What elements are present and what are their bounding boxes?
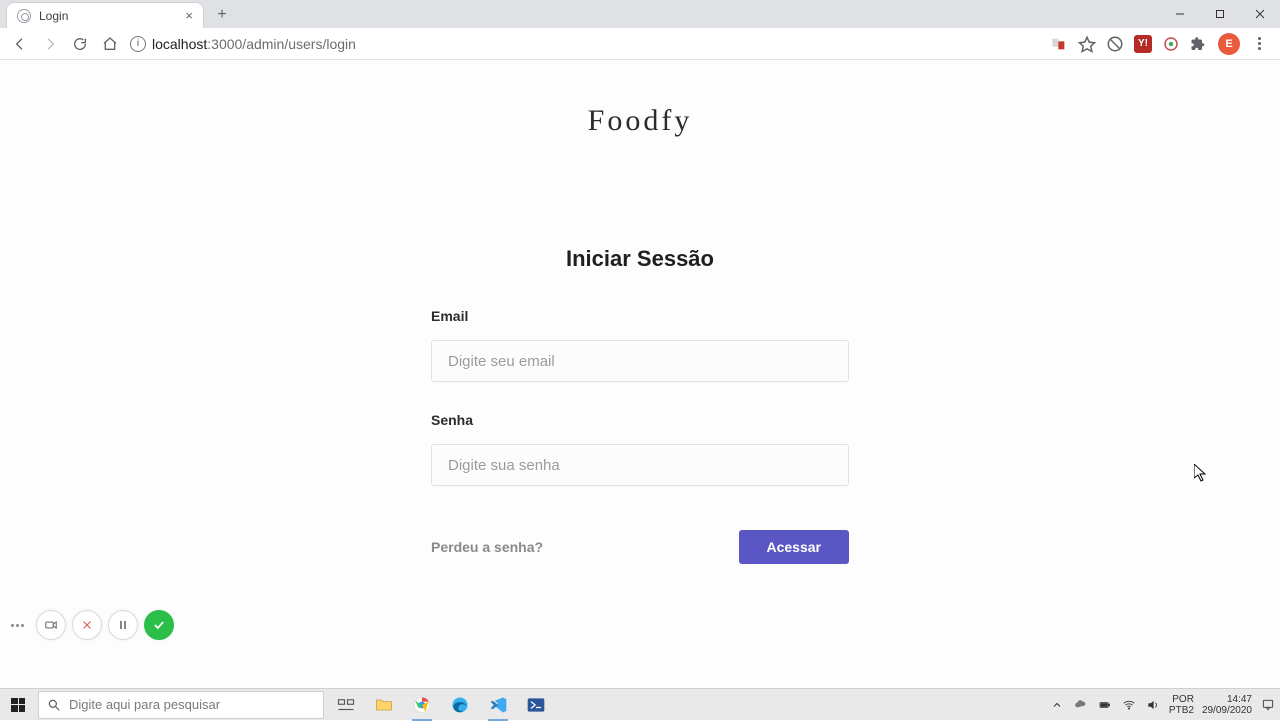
extension-y-icon[interactable]: Y! — [1134, 35, 1152, 53]
file-explorer-icon[interactable] — [372, 693, 396, 717]
email-label: Email — [431, 308, 849, 324]
tray-wifi-icon[interactable] — [1121, 697, 1137, 713]
windows-taskbar: POR PTB2 14:47 29/09/2020 — [0, 688, 1280, 720]
window-minimize-button[interactable] — [1160, 0, 1200, 28]
tab-title: Login — [39, 9, 68, 23]
chrome-icon[interactable] — [410, 693, 434, 717]
taskbar-search-input[interactable] — [69, 697, 315, 712]
recorder-more-icon[interactable] — [4, 624, 30, 627]
reload-button[interactable] — [66, 30, 94, 58]
tray-battery-icon[interactable] — [1097, 697, 1113, 713]
extension-circle-icon[interactable] — [1162, 35, 1180, 53]
address-bar[interactable]: i localhost:3000/admin/users/login — [130, 30, 356, 58]
translate-icon[interactable] — [1050, 35, 1068, 53]
system-tray: POR PTB2 14:47 29/09/2020 — [1049, 694, 1280, 716]
browser-tab[interactable]: Login × — [6, 2, 204, 28]
email-field[interactable] — [431, 340, 849, 382]
form-title: Iniciar Sessão — [431, 246, 849, 272]
close-tab-icon[interactable]: × — [185, 9, 193, 22]
mouse-cursor-icon — [1194, 464, 1206, 482]
password-field[interactable] — [431, 444, 849, 486]
globe-icon — [17, 9, 31, 23]
recorder-camera-button[interactable] — [36, 610, 66, 640]
page-content: Foodfy Iniciar Sessão Email Senha Perdeu… — [0, 60, 1280, 688]
forgot-password-link[interactable]: Perdeu a senha? — [431, 539, 543, 555]
window-maximize-button[interactable] — [1200, 0, 1240, 28]
browser-titlebar: Login × + — [0, 0, 1280, 28]
new-tab-button[interactable]: + — [210, 3, 234, 27]
browser-toolbar: i localhost:3000/admin/users/login Y! E — [0, 28, 1280, 60]
recorder-confirm-button[interactable] — [144, 610, 174, 640]
windows-logo-icon — [11, 698, 25, 712]
vscode-icon[interactable] — [486, 693, 510, 717]
submit-button[interactable]: Acessar — [739, 530, 850, 564]
site-info-icon[interactable]: i — [130, 36, 146, 52]
edge-icon[interactable] — [448, 693, 472, 717]
home-button[interactable] — [96, 30, 124, 58]
start-button[interactable] — [0, 689, 36, 721]
tray-clock[interactable]: 14:47 29/09/2020 — [1202, 694, 1252, 716]
adblock-icon[interactable] — [1106, 35, 1124, 53]
screen-recorder-widget — [4, 610, 174, 640]
login-form: Iniciar Sessão Email Senha Perdeu a senh… — [431, 246, 849, 564]
url-text: localhost:3000/admin/users/login — [152, 36, 356, 52]
taskbar-search[interactable] — [38, 691, 324, 719]
profile-avatar[interactable]: E — [1218, 33, 1240, 55]
tray-notifications-icon[interactable] — [1260, 697, 1276, 713]
forward-button[interactable] — [36, 30, 64, 58]
recorder-cancel-button[interactable] — [72, 610, 102, 640]
tray-language[interactable]: POR PTB2 — [1169, 694, 1194, 716]
search-icon — [47, 698, 61, 712]
browser-menu-icon[interactable] — [1250, 37, 1268, 50]
back-button[interactable] — [6, 30, 34, 58]
bookmark-star-icon[interactable] — [1078, 35, 1096, 53]
site-logo: Foodfy — [588, 104, 693, 138]
extensions-puzzle-icon[interactable] — [1190, 35, 1208, 53]
tray-onedrive-icon[interactable] — [1073, 697, 1089, 713]
tray-volume-icon[interactable] — [1145, 697, 1161, 713]
password-label: Senha — [431, 412, 849, 428]
recorder-pause-button[interactable] — [108, 610, 138, 640]
window-close-button[interactable] — [1240, 0, 1280, 28]
task-view-icon[interactable] — [334, 693, 358, 717]
powershell-icon[interactable] — [524, 693, 548, 717]
tray-chevron-icon[interactable] — [1049, 697, 1065, 713]
